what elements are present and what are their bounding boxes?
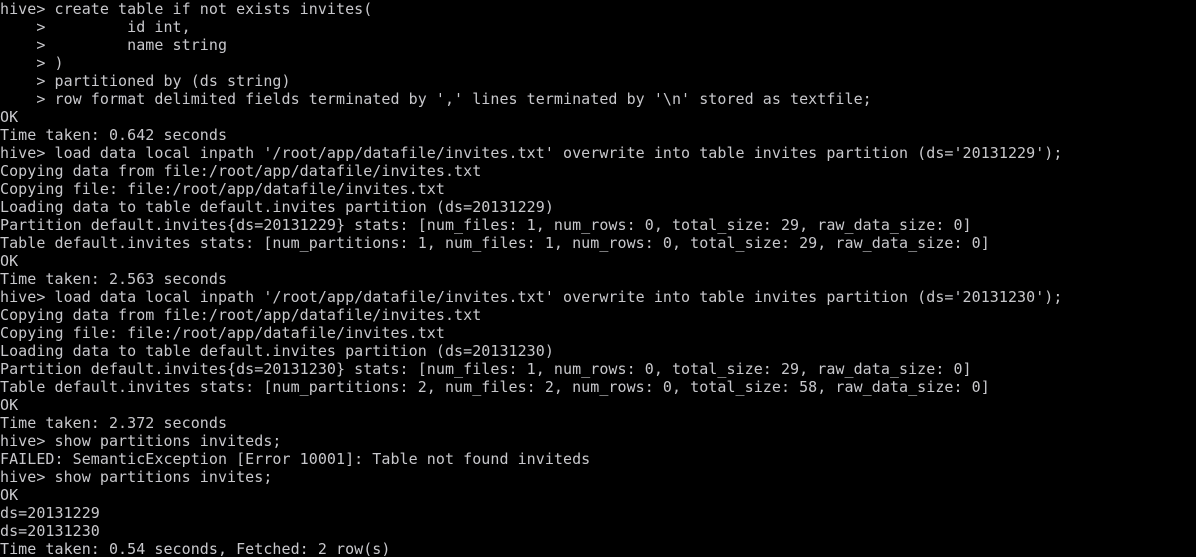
terminal-line: hive> load data local inpath '/root/app/… bbox=[0, 144, 1063, 162]
terminal-line: Copying data from file:/root/app/datafil… bbox=[0, 162, 482, 180]
terminal-output-pane[interactable]: hive> create table if not exists invites… bbox=[0, 0, 1196, 557]
terminal-line: hive> show partitions inviteds; bbox=[0, 432, 282, 450]
terminal-line: OK bbox=[0, 486, 19, 504]
terminal-line: Table default.invites stats: [num_partit… bbox=[0, 378, 990, 396]
terminal-line: > partitioned by (ds string) bbox=[0, 72, 291, 90]
terminal-line: ds=20131230 bbox=[0, 522, 100, 540]
terminal-line: hive> show partitions invites; bbox=[0, 468, 273, 486]
terminal-line: Partition default.invites{ds=20131230} s… bbox=[0, 360, 972, 378]
terminal-line: hive> create table if not exists invites… bbox=[0, 0, 373, 18]
terminal-line: Table default.invites stats: [num_partit… bbox=[0, 234, 990, 252]
terminal-line: Partition default.invites{ds=20131229} s… bbox=[0, 216, 972, 234]
terminal-line: Copying data from file:/root/app/datafil… bbox=[0, 306, 482, 324]
terminal-line: Time taken: 2.372 seconds bbox=[0, 414, 228, 432]
terminal-line: OK bbox=[0, 252, 19, 270]
terminal-line: FAILED: SemanticException [Error 10001]:… bbox=[0, 450, 591, 468]
terminal-line: Copying file: file:/root/app/datafile/in… bbox=[0, 324, 445, 342]
terminal-line: > name string bbox=[0, 36, 228, 54]
terminal-line: Time taken: 0.642 seconds bbox=[0, 126, 228, 144]
terminal-line: Time taken: 2.563 seconds bbox=[0, 270, 228, 288]
terminal-line: OK bbox=[0, 108, 19, 126]
terminal-line: > ) bbox=[0, 54, 64, 72]
terminal-line: > row format delimited fields terminated… bbox=[0, 90, 872, 108]
terminal-line: ds=20131229 bbox=[0, 504, 100, 522]
terminal-line: Loading data to table default.invites pa… bbox=[0, 198, 554, 216]
terminal-line: Copying file: file:/root/app/datafile/in… bbox=[0, 180, 445, 198]
terminal-line: Loading data to table default.invites pa… bbox=[0, 342, 554, 360]
terminal-line: > id int, bbox=[0, 18, 191, 36]
terminal-line: hive> load data local inpath '/root/app/… bbox=[0, 288, 1063, 306]
terminal-line: OK bbox=[0, 396, 19, 414]
terminal-line: Time taken: 0.54 seconds, Fetched: 2 row… bbox=[0, 540, 391, 557]
